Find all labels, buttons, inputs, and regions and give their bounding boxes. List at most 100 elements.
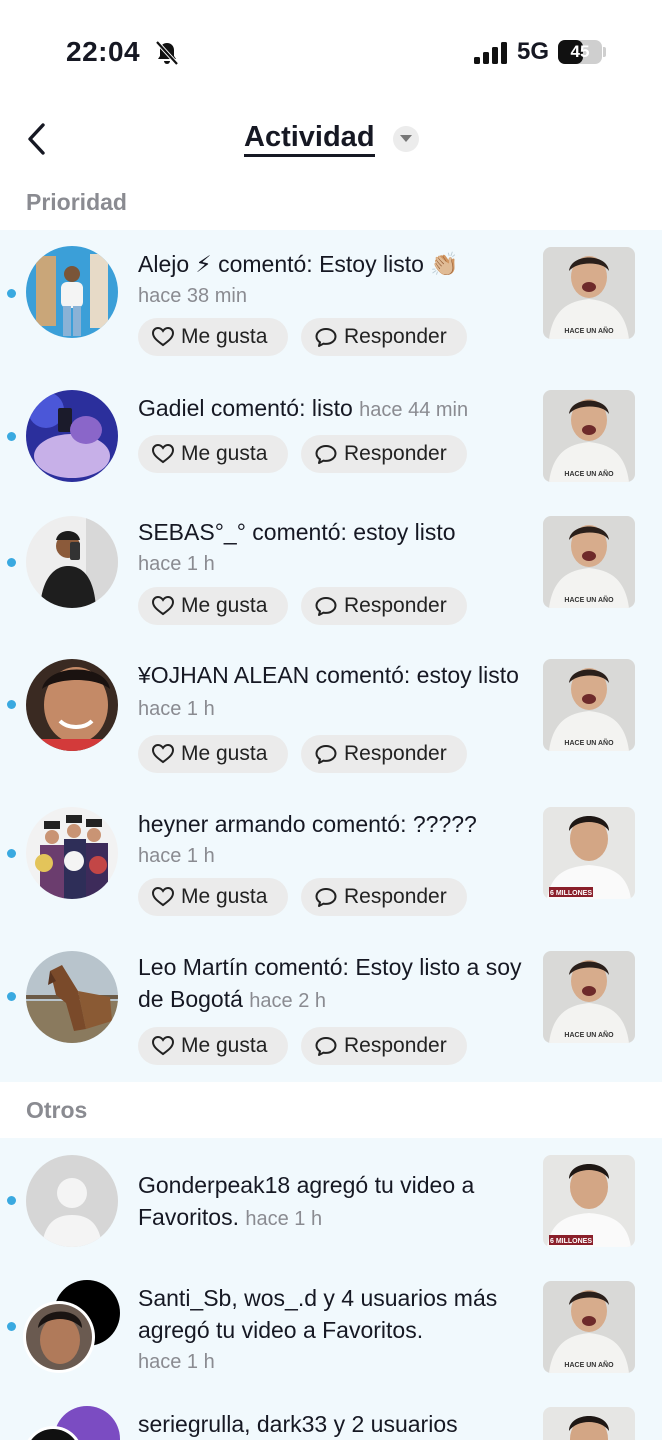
reply-label: Responder (344, 325, 447, 348)
unread-dot (7, 700, 16, 709)
reply-button[interactable]: Responder (301, 435, 467, 473)
like-button[interactable]: Me gusta (138, 1027, 288, 1065)
activity-time: hace 1 h (138, 553, 215, 575)
activity-time: hace 1 h (245, 1208, 323, 1230)
unread-dot (7, 1196, 16, 1205)
like-button[interactable]: Me gusta (138, 587, 288, 625)
like-button[interactable]: Me gusta (138, 735, 288, 773)
thumbnail-caption: 6 MILLONES (550, 890, 592, 897)
network-type: 5G (517, 38, 550, 65)
like-label: Me gusta (181, 1034, 268, 1057)
thumbnail-caption: HACE UN AÑO (564, 469, 614, 478)
title-dropdown-button[interactable] (393, 126, 419, 152)
avatar[interactable] (26, 659, 118, 751)
reply-button[interactable]: Responder (301, 318, 467, 356)
battery-tip (603, 47, 606, 57)
activity-item[interactable]: Gadiel comentó: listo hace 44 min Me gus… (0, 380, 662, 490)
video-thumbnail[interactable]: 6 MILLONES (543, 1155, 635, 1247)
video-thumbnail[interactable]: HACE UN AÑO (543, 951, 635, 1043)
like-button[interactable]: Me gusta (138, 435, 288, 473)
activity-item[interactable]: Leo Martín comentó: Estoy listo a soy de… (0, 942, 662, 1082)
comment-bubble-icon (315, 445, 337, 464)
activity-time: hace 1 h (138, 698, 215, 720)
reply-label: Responder (344, 885, 447, 908)
section-label-others: Otros (26, 1097, 88, 1123)
video-thumbnail[interactable] (543, 1407, 635, 1440)
video-thumbnail[interactable]: HACE UN AÑO (543, 1281, 635, 1373)
activity-text: seriegrulla, dark33 y 2 usuarios (138, 1411, 458, 1437)
unread-dot (7, 432, 16, 441)
video-thumbnail[interactable]: 6 MILLONES (543, 807, 635, 899)
heart-icon (152, 596, 174, 616)
like-label: Me gusta (181, 325, 268, 348)
activity-time: hace 1 h (138, 845, 215, 867)
activity-item[interactable]: SEBAS°_° comentó: estoy listo hace 1 h M… (0, 506, 662, 636)
reply-button[interactable]: Responder (301, 1027, 467, 1065)
activity-text: Leo Martín comentó: Estoy listo a soy de… (138, 954, 522, 1012)
unread-dot (7, 1322, 16, 1331)
default-avatar-icon[interactable] (26, 1155, 118, 1247)
activity-item[interactable]: Gonderpeak18 agregó tu video a Favoritos… (0, 1146, 662, 1266)
status-time: 22:04 (66, 36, 141, 67)
activity-item[interactable]: Santi_Sb, wos_.d y 4 usuarios más agregó… (0, 1272, 662, 1390)
reply-button[interactable]: Responder (301, 587, 467, 625)
heart-icon (152, 327, 174, 347)
like-label: Me gusta (181, 594, 268, 617)
avatar[interactable] (26, 390, 118, 482)
video-thumbnail[interactable]: HACE UN AÑO (543, 659, 635, 751)
section-label-priority: Prioridad (26, 189, 127, 215)
thumbnail-caption: 6 MILLONES (550, 1238, 592, 1245)
like-label: Me gusta (181, 442, 268, 465)
like-button[interactable]: Me gusta (138, 318, 288, 356)
heart-icon (152, 1036, 174, 1056)
page-title[interactable]: Actividad (244, 120, 375, 157)
activity-item[interactable]: Alejo ⚡ comentó: Estoy listo 👏🏼 hace 38 … (0, 240, 662, 370)
comment-bubble-icon (315, 888, 337, 907)
activity-time: hace 1 h (138, 1351, 215, 1373)
unread-dot (7, 849, 16, 858)
comment-bubble-icon (315, 1037, 337, 1056)
status-bar: 22:04 5G 45 (0, 0, 662, 100)
video-thumbnail[interactable]: HACE UN AÑO (543, 516, 635, 608)
avatar[interactable] (26, 246, 118, 338)
heart-icon (152, 887, 174, 907)
like-button[interactable]: Me gusta (138, 878, 288, 916)
reply-label: Responder (344, 594, 447, 617)
activity-item[interactable]: heyner armando comentó: ????? hace 1 h M… (0, 800, 662, 930)
activity-text: ¥OJHAN ALEAN comentó: estoy listo (138, 662, 519, 688)
video-thumbnail[interactable]: HACE UN AÑO (543, 390, 635, 482)
like-label: Me gusta (181, 885, 268, 908)
activity-text: SEBAS°_° comentó: estoy listo (138, 519, 456, 545)
reply-label: Responder (344, 1034, 447, 1057)
reply-label: Responder (344, 442, 447, 465)
avatar[interactable] (26, 807, 118, 899)
comment-bubble-icon (315, 597, 337, 616)
activity-text: Alejo ⚡ comentó: Estoy listo 👏🏼 (138, 251, 459, 277)
cellular-signal-icon (474, 42, 507, 64)
like-label: Me gusta (181, 742, 268, 765)
reply-label: Responder (344, 742, 447, 765)
caret-down-icon (400, 135, 412, 142)
reply-button[interactable]: Responder (301, 878, 467, 916)
avatar[interactable] (26, 951, 118, 1043)
activity-time: hace 2 h (249, 990, 326, 1012)
video-thumbnail[interactable]: HACE UN AÑO (543, 247, 635, 339)
avatar[interactable] (26, 516, 118, 608)
comment-bubble-icon (315, 745, 337, 764)
activity-text: heyner armando comentó: ????? (138, 811, 477, 837)
thumbnail-caption: HACE UN AÑO (564, 738, 614, 747)
unread-dot (7, 558, 16, 567)
thumbnail-caption: HACE UN AÑO (564, 1030, 614, 1039)
heart-icon (152, 744, 174, 764)
battery-icon: 45 (558, 40, 602, 64)
activity-item[interactable]: ¥OJHAN ALEAN comentó: estoy listo hace 1… (0, 650, 662, 790)
back-chevron-icon[interactable] (22, 120, 54, 158)
activity-item[interactable]: seriegrulla, dark33 y 2 usuarios (0, 1398, 662, 1440)
battery-percent: 45 (570, 42, 590, 61)
comment-bubble-icon (315, 328, 337, 347)
heart-icon (152, 444, 174, 464)
activity-time: hace 44 min (359, 399, 469, 421)
muted-bell-icon (155, 40, 179, 66)
unread-dot (7, 992, 16, 1001)
reply-button[interactable]: Responder (301, 735, 467, 773)
